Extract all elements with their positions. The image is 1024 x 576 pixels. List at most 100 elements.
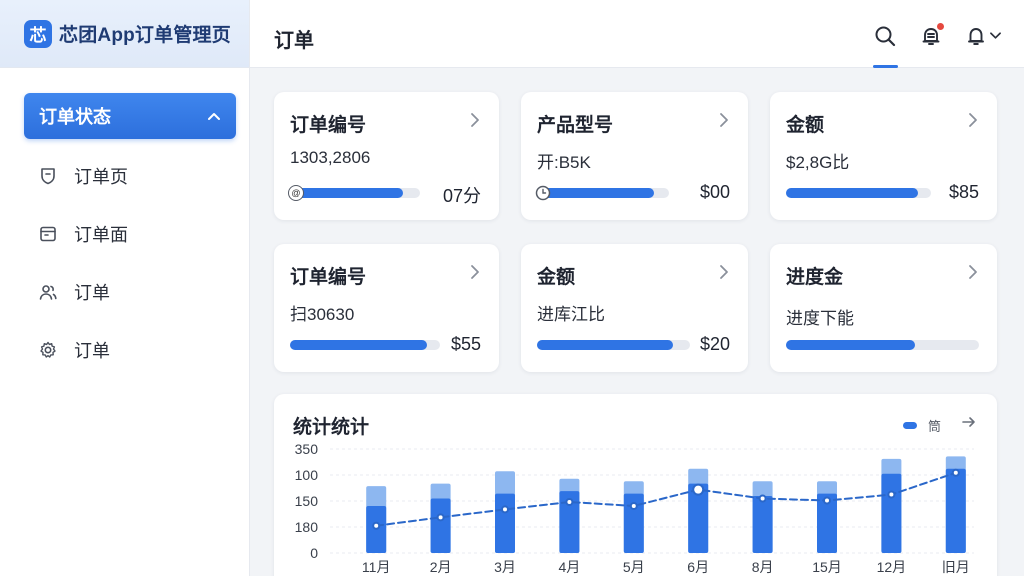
sidebar-item-order-page[interactable]: 订单页 [0, 147, 249, 205]
active-indicator [873, 65, 898, 68]
line-point [692, 483, 705, 496]
x-tick-label: 5月 [623, 559, 645, 575]
line-point [823, 496, 831, 505]
x-tick-label: 4月 [559, 559, 581, 575]
bar-dark [752, 496, 773, 553]
progress-fill [290, 188, 404, 198]
y-tick-label: 350 [295, 441, 319, 457]
line-point [887, 490, 896, 499]
progress-fill [786, 188, 918, 198]
y-tick-label: 100 [295, 467, 319, 483]
x-tick-label: 8月 [752, 559, 774, 575]
progress-bar [290, 188, 420, 198]
sidebar-item-label: 订单 [74, 341, 110, 361]
chevron-right-icon[interactable] [718, 112, 730, 128]
brand-header: 芯 芯团App订单管理页 [0, 0, 249, 68]
progress-bar [537, 188, 669, 198]
progress-fill [537, 188, 655, 198]
line-point [436, 513, 445, 522]
sidebar-item-label: 订单 [74, 283, 110, 303]
chevron-up-icon [208, 113, 220, 120]
bell-icon[interactable] [964, 24, 988, 48]
series-line [375, 471, 957, 527]
card-title: 金额 [786, 115, 825, 136]
sidebar-item-label: 订单面 [74, 225, 128, 245]
x-tick-label: 2月 [430, 559, 452, 575]
x-tick-label: 旧月 [942, 559, 970, 575]
card-title: 进度金 [786, 267, 844, 288]
metric-card-progress[interactable]: 进度金 进度下能 [770, 244, 997, 372]
shield-icon [37, 165, 59, 187]
at-sign-icon: @ [288, 185, 304, 201]
sidebar-item-label: 订单页 [74, 167, 128, 187]
progress-fill [786, 340, 916, 350]
sidebar-item-order-users[interactable]: 订单 [0, 263, 249, 321]
sidebar-item-order-panel[interactable]: 订单面 [0, 205, 249, 263]
metric-card-amount[interactable]: 金额 $2,8G比 $85 [770, 92, 997, 220]
top-header: 订单 [250, 0, 1024, 68]
clock-icon [535, 185, 551, 201]
card-amount: $00 [699, 182, 730, 202]
nav-group-order-status[interactable]: 订单状态 [24, 93, 236, 139]
progress-fill [290, 340, 427, 350]
card-amount: 07分 [442, 186, 481, 206]
card-value: 1303,2806 [290, 148, 371, 167]
statistics-chart-card: 统计统计 筒 350 100 150 180 0 11月 2月 3月 4月 5月 6月 8月 15月 12… [274, 394, 997, 576]
app-logo: 芯 [24, 19, 52, 48]
bar-line-chart: 350 100 150 180 0 11月 2月 3月 4月 5月 6月 8月 15月 12月 旧月 [295, 441, 974, 575]
sidebar: 芯 芯团App订单管理页 订单状态 订单页 订单面 订单 订单 [0, 0, 250, 576]
x-tick-label: 15月 [812, 559, 842, 575]
x-tick-label: 6月 [687, 559, 709, 575]
progress-bar [290, 340, 440, 350]
card-value: 进度下能 [786, 309, 854, 328]
line-point [951, 468, 960, 477]
notification-badge [936, 22, 945, 31]
progress-bar [786, 340, 979, 350]
x-tick-label: 12月 [877, 559, 907, 575]
card-value: 进库江比 [537, 305, 605, 324]
card-value: 开:B5K [537, 153, 591, 172]
card-title: 金额 [537, 267, 576, 288]
metric-card-product-model[interactable]: 产品型号 开:B5K $00 [521, 92, 748, 220]
chevron-right-icon[interactable] [967, 112, 979, 128]
bar-dark [945, 468, 966, 553]
y-tick-label: 150 [295, 493, 319, 509]
users-icon [37, 281, 59, 303]
gear-icon [37, 339, 59, 361]
page-title: 订单 [274, 30, 314, 52]
x-tick-label: 3月 [494, 559, 516, 575]
line-point [372, 521, 381, 530]
y-tick-label: 180 [295, 519, 319, 535]
metric-card-order-number[interactable]: 订单编号 1303,2806 @ 07分 [274, 92, 499, 220]
x-tick-label: 11月 [362, 559, 391, 575]
nav-group-label: 订单状态 [39, 107, 111, 127]
card-value: 扫30630 [290, 305, 355, 324]
y-tick-label: 0 [310, 545, 318, 561]
bar-dark [881, 473, 902, 553]
chevron-right-icon[interactable] [469, 112, 481, 128]
sidebar-item-order-settings[interactable]: 订单 [0, 321, 249, 379]
chevron-right-icon[interactable] [718, 264, 730, 280]
calendar-icon [37, 223, 59, 245]
bar-dark [430, 498, 451, 553]
progress-bar [537, 340, 690, 350]
chevron-right-icon[interactable] [967, 264, 979, 280]
bar-dark [495, 493, 515, 553]
card-value: $2,8G比 [786, 153, 850, 172]
app-title: 芯团App订单管理页 [59, 25, 231, 46]
card-amount: $85 [948, 182, 979, 202]
line-point [758, 494, 767, 503]
metric-card-amount-2[interactable]: 金额 进库江比 $20 [521, 244, 748, 372]
progress-bar [786, 188, 931, 198]
card-title: 订单编号 [290, 267, 367, 288]
chevron-right-icon[interactable] [469, 264, 481, 280]
chevron-down-icon[interactable] [988, 24, 1002, 48]
metric-card-order-number-2[interactable]: 订单编号 扫30630 $55 [274, 244, 499, 372]
card-title: 产品型号 [537, 115, 614, 136]
progress-fill [537, 340, 674, 350]
card-title: 订单编号 [290, 115, 367, 136]
card-amount: $55 [450, 334, 481, 354]
search-icon[interactable] [873, 24, 897, 48]
line-point [501, 505, 509, 514]
line-point [565, 497, 574, 506]
